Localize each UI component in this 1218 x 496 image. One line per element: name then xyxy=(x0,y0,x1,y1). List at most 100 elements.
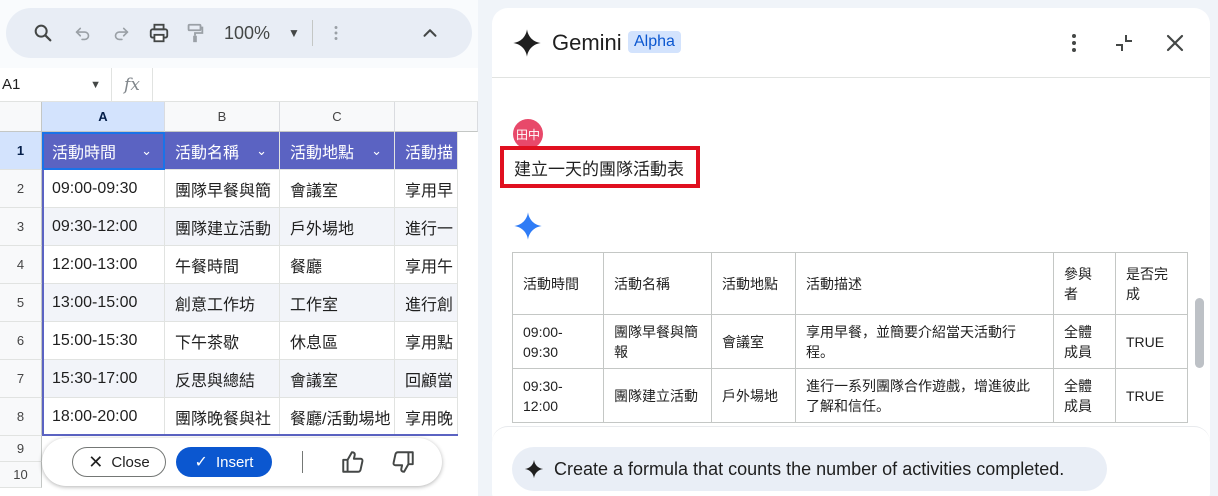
gemini-panel: Gemini Alpha 田中 建立一天的團隊活動表 活動時間 活動名稱 活動地… xyxy=(492,8,1210,496)
table-cell[interactable]: 進行創 xyxy=(395,284,458,322)
close-button[interactable]: ✕ Close xyxy=(72,447,166,477)
chevron-up-icon[interactable] xyxy=(415,18,445,48)
table-cell[interactable]: 進行一 xyxy=(395,208,458,246)
suggested-prompt-chip[interactable]: Create a formula that counts the number … xyxy=(512,447,1107,491)
table-cell[interactable]: 享用午 xyxy=(395,246,458,284)
name-box[interactable]: A1 ▼ xyxy=(0,67,112,102)
row-header[interactable]: 7 xyxy=(0,360,42,398)
table-cell[interactable]: 09:00-09:30 xyxy=(42,170,165,208)
table-cell[interactable]: 創意工作坊 xyxy=(165,284,280,322)
table-cell[interactable]: 09:30-12:00 xyxy=(42,208,165,246)
gemini-sparkle-icon xyxy=(513,29,541,57)
user-prompt: 建立一天的團隊活動表 xyxy=(500,146,700,188)
close-icon[interactable] xyxy=(1160,28,1190,58)
header-label: 活動時間 xyxy=(52,144,117,162)
undo-icon[interactable] xyxy=(68,18,98,48)
action-divider xyxy=(302,451,303,473)
toolbar-divider xyxy=(311,20,313,46)
table-cell[interactable]: 13:00-15:00 xyxy=(42,284,165,322)
chevron-down-icon[interactable]: ⌄ xyxy=(371,143,382,159)
more-vert-icon[interactable] xyxy=(1059,28,1089,58)
table-cell[interactable]: 午餐時間 xyxy=(165,246,280,284)
table-cell[interactable]: 餐廳/活動場地 xyxy=(280,398,395,436)
more-vert-icon[interactable] xyxy=(321,18,351,48)
check-icon: ✓ xyxy=(194,454,208,471)
response-table-header: 活動名稱 xyxy=(603,252,712,315)
chevron-down-icon: ▼ xyxy=(90,78,101,91)
panel-scrollbar[interactable] xyxy=(1195,298,1204,368)
select-all-corner[interactable] xyxy=(0,102,42,132)
table-header-cell[interactable]: 活動時間 ⌄ xyxy=(42,132,165,170)
zoom-value: 100% xyxy=(224,22,271,43)
zoom-select[interactable]: 100% ▼ xyxy=(224,23,300,44)
collapse-icon[interactable] xyxy=(1109,28,1139,58)
thumbs-down-icon[interactable] xyxy=(387,446,419,478)
column-header-b[interactable]: B xyxy=(165,102,280,132)
table-cell[interactable]: 15:00-15:30 xyxy=(42,322,165,360)
sheet-grid: A B C 1 2 3 4 5 6 7 8 9 10 活動時間 ⌄ 活動名稱 ⌄ 活… xyxy=(0,102,478,496)
response-table-header: 是否完成 xyxy=(1115,252,1188,315)
panel-title: Gemini xyxy=(552,30,622,55)
chevron-down-icon: ▼ xyxy=(288,26,300,40)
table-row: 09:30-12:00 團隊建立活動 戶外場地 進行一系列團隊合作遊戲，增進彼此… xyxy=(512,368,1188,423)
search-icon[interactable] xyxy=(28,18,58,48)
formula-bar: A1 ▼ fx xyxy=(0,67,478,102)
suggestion-action-bar: ✕ Close ✓ Insert xyxy=(42,438,442,486)
row-header[interactable]: 6 xyxy=(0,322,42,360)
suggestion-area: Create a formula that counts the number … xyxy=(492,426,1210,496)
table-header-cell[interactable]: 活動地點 ⌄ xyxy=(280,132,395,170)
column-header-d[interactable] xyxy=(395,102,478,132)
response-table-cell: 09:00-09:30 xyxy=(512,314,604,369)
table-cell[interactable]: 回顧當 xyxy=(395,360,458,398)
column-header-a[interactable]: A xyxy=(42,102,165,132)
response-table-cell: 團隊早餐與簡報 xyxy=(603,314,712,369)
row-header[interactable]: 3 xyxy=(0,208,42,246)
row-header[interactable]: 4 xyxy=(0,246,42,284)
table-cell[interactable]: 享用早 xyxy=(395,170,458,208)
table-cell[interactable]: 12:00-13:00 xyxy=(42,246,165,284)
response-table-cell: TRUE xyxy=(1115,314,1188,369)
table-cell[interactable]: 15:30-17:00 xyxy=(42,360,165,398)
row-header[interactable]: 8 xyxy=(0,398,42,436)
cell-reference: A1 xyxy=(2,76,21,93)
table-cell[interactable]: 享用晚 xyxy=(395,398,458,436)
response-table-cell: 會議室 xyxy=(711,314,796,369)
row-header[interactable]: 1 xyxy=(0,132,42,170)
panel-header: Gemini Alpha xyxy=(492,8,1210,78)
table-cell[interactable]: 會議室 xyxy=(280,360,395,398)
table-cell[interactable]: 休息區 xyxy=(280,322,395,360)
response-table-header: 活動時間 xyxy=(512,252,604,315)
print-icon[interactable] xyxy=(144,18,174,48)
insert-button[interactable]: ✓ Insert xyxy=(176,447,272,477)
header-label: 活動名稱 xyxy=(175,144,240,162)
response-table-cell: 09:30-12:00 xyxy=(512,368,604,423)
table-cell[interactable]: 團隊晚餐與社 xyxy=(165,398,280,436)
table-cell[interactable]: 下午茶歇 xyxy=(165,322,280,360)
spreadsheet-pane: 100% ▼ A1 ▼ fx A B C 1 2 3 4 5 6 7 8 9 1… xyxy=(0,0,478,496)
row-header[interactable]: 10 xyxy=(0,462,42,488)
redo-icon[interactable] xyxy=(106,18,136,48)
response-table-cell: 團隊建立活動 xyxy=(603,368,712,423)
table-header-cell[interactable]: 活動描 xyxy=(395,132,458,170)
table-cell[interactable]: 會議室 xyxy=(280,170,395,208)
table-cell[interactable]: 團隊早餐與簡 xyxy=(165,170,280,208)
table-cell[interactable]: 工作室 xyxy=(280,284,395,322)
row-header[interactable]: 2 xyxy=(0,170,42,208)
table-cell[interactable]: 享用點 xyxy=(395,322,458,360)
table-cell[interactable]: 餐廳 xyxy=(280,246,395,284)
table-cell[interactable]: 團隊建立活動 xyxy=(165,208,280,246)
thumbs-up-icon[interactable] xyxy=(337,446,369,478)
response-table-cell: 享用早餐，並簡要介紹當天活動行程。 xyxy=(795,314,1054,369)
table-header-cell[interactable]: 活動名稱 ⌄ xyxy=(165,132,280,170)
row-header[interactable]: 9 xyxy=(0,436,42,462)
table-cell[interactable]: 反思與總結 xyxy=(165,360,280,398)
column-header-c[interactable]: C xyxy=(280,102,395,132)
row-header[interactable]: 5 xyxy=(0,284,42,322)
formula-input[interactable] xyxy=(152,67,478,102)
chevron-down-icon[interactable]: ⌄ xyxy=(141,143,152,159)
table-row: 09:00-09:30 團隊早餐與簡報 會議室 享用早餐，並簡要介紹當天活動行程… xyxy=(512,314,1188,369)
paint-format-icon[interactable] xyxy=(180,18,210,48)
table-cell[interactable]: 18:00-20:00 xyxy=(42,398,165,436)
chevron-down-icon[interactable]: ⌄ xyxy=(256,143,267,159)
table-cell[interactable]: 戶外場地 xyxy=(280,208,395,246)
